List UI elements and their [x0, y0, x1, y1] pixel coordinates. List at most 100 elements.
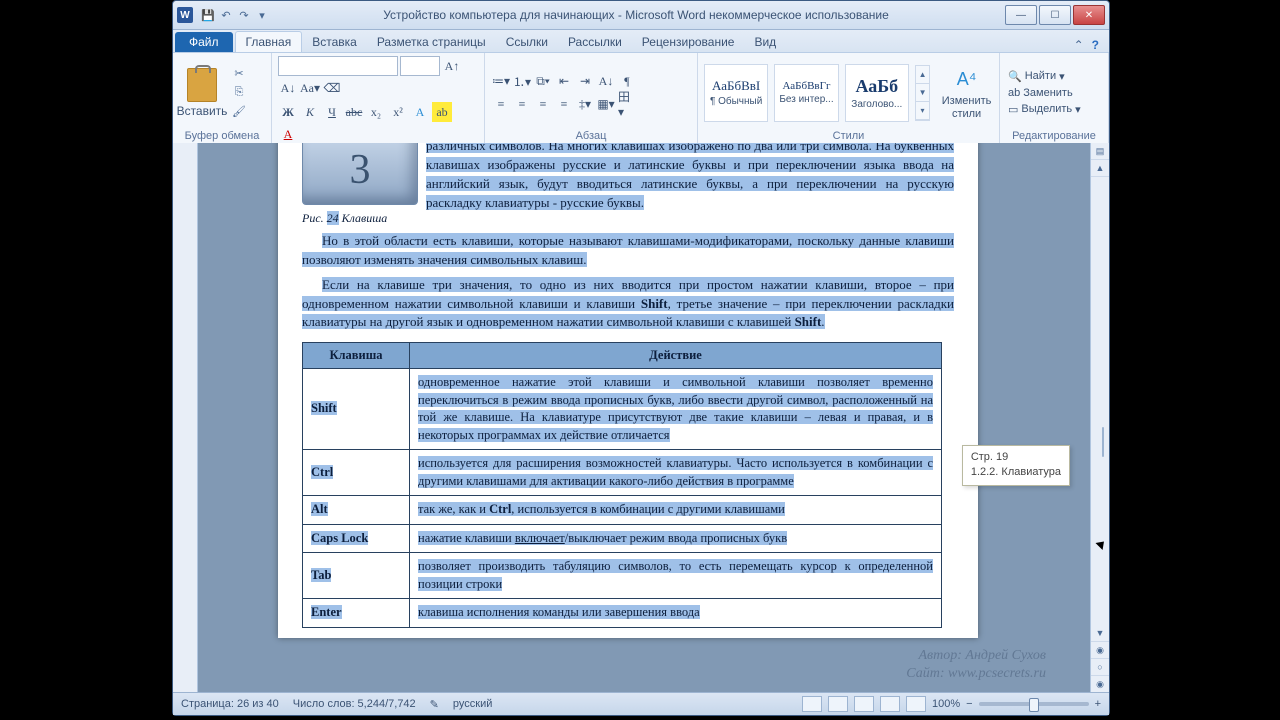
replace-button[interactable]: abЗаменить [1006, 86, 1083, 100]
ribbon: Вставить ✂ ⎘ 🖌 Буфер обмена A↑ A↓ Aa▾ ⌫ [173, 53, 1109, 144]
outdent-icon[interactable]: ⇤ [554, 71, 574, 91]
tab-file[interactable]: Файл [175, 32, 233, 52]
view-outline[interactable] [880, 696, 900, 712]
subscript-button[interactable]: x₂ [366, 102, 386, 122]
help-icon[interactable]: ? [1092, 38, 1099, 52]
status-language[interactable]: русский [453, 698, 492, 710]
grow-font-icon[interactable]: A↑ [442, 56, 462, 76]
browse-object-icon[interactable]: ○ [1091, 659, 1109, 676]
table-row: Altтак же, как и Ctrl, используется в ко… [303, 496, 942, 525]
table-row: Enterклавиша исполнения команды или заве… [303, 599, 942, 628]
status-words[interactable]: Число слов: 5,244/7,742 [293, 698, 416, 710]
page-viewport[interactable]: 3 Рис. 24 Клавиша различных символов. На… [198, 143, 1090, 693]
statusbar: Страница: 26 из 40 Число слов: 5,244/7,7… [173, 692, 1109, 715]
word-window: W 💾 ↶ ↷ ▾ Устройство компьютера для начи… [172, 0, 1110, 716]
change-styles-button[interactable]: A⁴ Изменить стили [940, 65, 993, 119]
multilevel-icon[interactable]: ⧉▾ [533, 71, 553, 91]
format-painter-icon[interactable]: 🖌 [231, 104, 247, 120]
indent-icon[interactable]: ⇥ [575, 71, 595, 91]
group-clipboard-label: Буфер обмена [179, 129, 265, 143]
zoom-level[interactable]: 100% [932, 698, 960, 710]
zoom-slider[interactable] [979, 702, 1089, 706]
strike-button[interactable]: abc [344, 102, 364, 122]
status-proofing-icon[interactable]: ✎ [430, 698, 439, 711]
document-page: 3 Рис. 24 Клавиша различных символов. На… [278, 143, 978, 638]
view-draft[interactable] [906, 696, 926, 712]
style-heading[interactable]: АаБбЗаголово... [845, 64, 909, 122]
tab-review[interactable]: Рецензирование [632, 32, 745, 52]
select-button[interactable]: ▭Выделить ▾ [1006, 102, 1083, 117]
style-normal[interactable]: АаБбВвІ¶ Обычный [704, 64, 768, 122]
body-text: Но в этой области есть клавиши, которые … [302, 232, 954, 270]
ribbon-tabs: Файл Главная Вставка Разметка страницы С… [173, 30, 1109, 53]
font-size-input[interactable] [400, 56, 440, 76]
superscript-button[interactable]: x² [388, 102, 408, 122]
save-icon[interactable]: 💾 [201, 8, 215, 22]
sort-icon[interactable]: A↓ [596, 71, 616, 91]
next-page-icon[interactable]: ◉ [1091, 676, 1109, 693]
figure-caption: Рис. 24 Клавиша [302, 211, 426, 226]
body-text: различных символов. На многих клавишах и… [426, 143, 954, 226]
keys-table: КлавишаДействие Shiftодновременное нажат… [302, 342, 942, 628]
shrink-font-icon[interactable]: A↓ [278, 78, 298, 98]
tab-references[interactable]: Ссылки [496, 32, 558, 52]
clipboard-icon [187, 68, 217, 102]
scroll-down-icon[interactable]: ▼ [1091, 625, 1109, 642]
borders-icon[interactable]: 田▾ [617, 94, 637, 114]
bold-button[interactable]: Ж [278, 102, 298, 122]
close-button[interactable]: ✕ [1073, 5, 1105, 25]
table-header: Клавиша [303, 343, 410, 369]
clear-formatting-icon[interactable]: ⌫ [322, 78, 342, 98]
style-no-spacing[interactable]: АаБбВвГгБез интер... [774, 64, 838, 122]
italic-button[interactable]: К [300, 102, 320, 122]
cut-icon[interactable]: ✂ [231, 66, 247, 82]
view-print-layout[interactable] [802, 696, 822, 712]
scrollbar-vertical[interactable]: ▤ ▲ ▼ ◉ ○ ◉ [1090, 143, 1109, 693]
highlight-icon[interactable]: ab [432, 102, 452, 122]
copy-icon[interactable]: ⎘ [231, 85, 247, 101]
shading-icon[interactable]: ▦▾ [596, 94, 616, 114]
align-left-icon[interactable]: ≡ [491, 94, 511, 114]
view-web[interactable] [854, 696, 874, 712]
table-row: Tabпозволяет производить табуляцию симво… [303, 553, 942, 599]
qat-more-icon[interactable]: ▾ [255, 8, 269, 22]
styles-scroll[interactable]: ▲▼▾ [915, 65, 930, 121]
ruler-vertical[interactable] [173, 143, 198, 693]
paste-button[interactable]: Вставить [179, 68, 225, 118]
view-fullscreen[interactable] [828, 696, 848, 712]
find-icon: 🔍 [1008, 70, 1022, 83]
align-right-icon[interactable]: ≡ [533, 94, 553, 114]
tab-home[interactable]: Главная [235, 31, 303, 52]
text-effects-icon[interactable]: A [410, 102, 430, 122]
ruler-toggle-icon[interactable]: ▤ [1091, 143, 1109, 160]
numbering-icon[interactable]: ⒈▾ [512, 71, 532, 91]
tab-view[interactable]: Вид [744, 32, 786, 52]
underline-button[interactable]: Ч [322, 102, 342, 122]
change-case-icon[interactable]: Aa▾ [300, 78, 320, 98]
maximize-button[interactable]: ☐ [1039, 5, 1071, 25]
minimize-ribbon-icon[interactable]: ⌃ [1074, 38, 1084, 52]
line-spacing-icon[interactable]: ‡▾ [575, 94, 595, 114]
align-center-icon[interactable]: ≡ [512, 94, 532, 114]
find-button[interactable]: 🔍Найти ▾ [1006, 69, 1083, 84]
change-styles-icon: A⁴ [953, 65, 981, 93]
prev-page-icon[interactable]: ◉ [1091, 642, 1109, 659]
justify-icon[interactable]: ≡ [554, 94, 574, 114]
group-editing-label: Редактирование [1006, 129, 1102, 143]
paste-label: Вставить [177, 104, 228, 118]
tab-mailings[interactable]: Рассылки [558, 32, 632, 52]
zoom-out-button[interactable]: − [966, 698, 972, 710]
document-area: 3 Рис. 24 Клавиша различных символов. На… [173, 143, 1109, 693]
scroll-up-icon[interactable]: ▲ [1091, 160, 1109, 177]
scroll-thumb[interactable] [1102, 427, 1104, 457]
status-page[interactable]: Страница: 26 из 40 [181, 698, 279, 710]
undo-icon[interactable]: ↶ [219, 8, 233, 22]
bullets-icon[interactable]: ≔▾ [491, 71, 511, 91]
font-color-icon[interactable]: A [278, 124, 298, 144]
font-name-input[interactable] [278, 56, 398, 76]
minimize-button[interactable]: — [1005, 5, 1037, 25]
zoom-in-button[interactable]: + [1095, 698, 1101, 710]
tab-layout[interactable]: Разметка страницы [367, 32, 496, 52]
tab-insert[interactable]: Вставка [302, 32, 367, 52]
redo-icon[interactable]: ↷ [237, 8, 251, 22]
